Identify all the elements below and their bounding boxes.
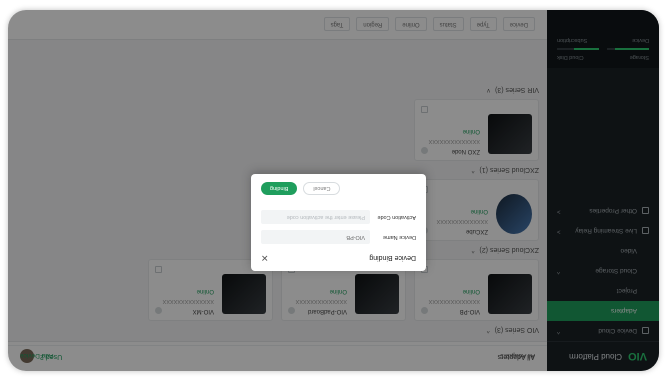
activation-code-field: Activation Code Please enter the activat… <box>261 210 416 224</box>
close-icon[interactable]: ✕ <box>261 252 269 263</box>
modal-title: Device Binding <box>369 254 416 261</box>
activation-code-input[interactable]: Please enter the activation code <box>261 210 370 224</box>
binding-button[interactable]: Binding <box>261 182 298 195</box>
device-name-field: Device Name VIO-PB <box>261 230 416 244</box>
cancel-button[interactable]: Cancel <box>303 182 341 195</box>
device-binding-modal: Device Binding ✕ Device Name VIO-PB Acti… <box>251 174 426 271</box>
device-name-input[interactable]: VIO-PB <box>261 230 370 244</box>
activation-code-label: Activation Code <box>377 214 416 220</box>
device-name-label: Device Name <box>382 234 416 240</box>
screenshot-stage: VIO Cloud Platform Device Cloud ^ Adapte… <box>8 10 659 371</box>
